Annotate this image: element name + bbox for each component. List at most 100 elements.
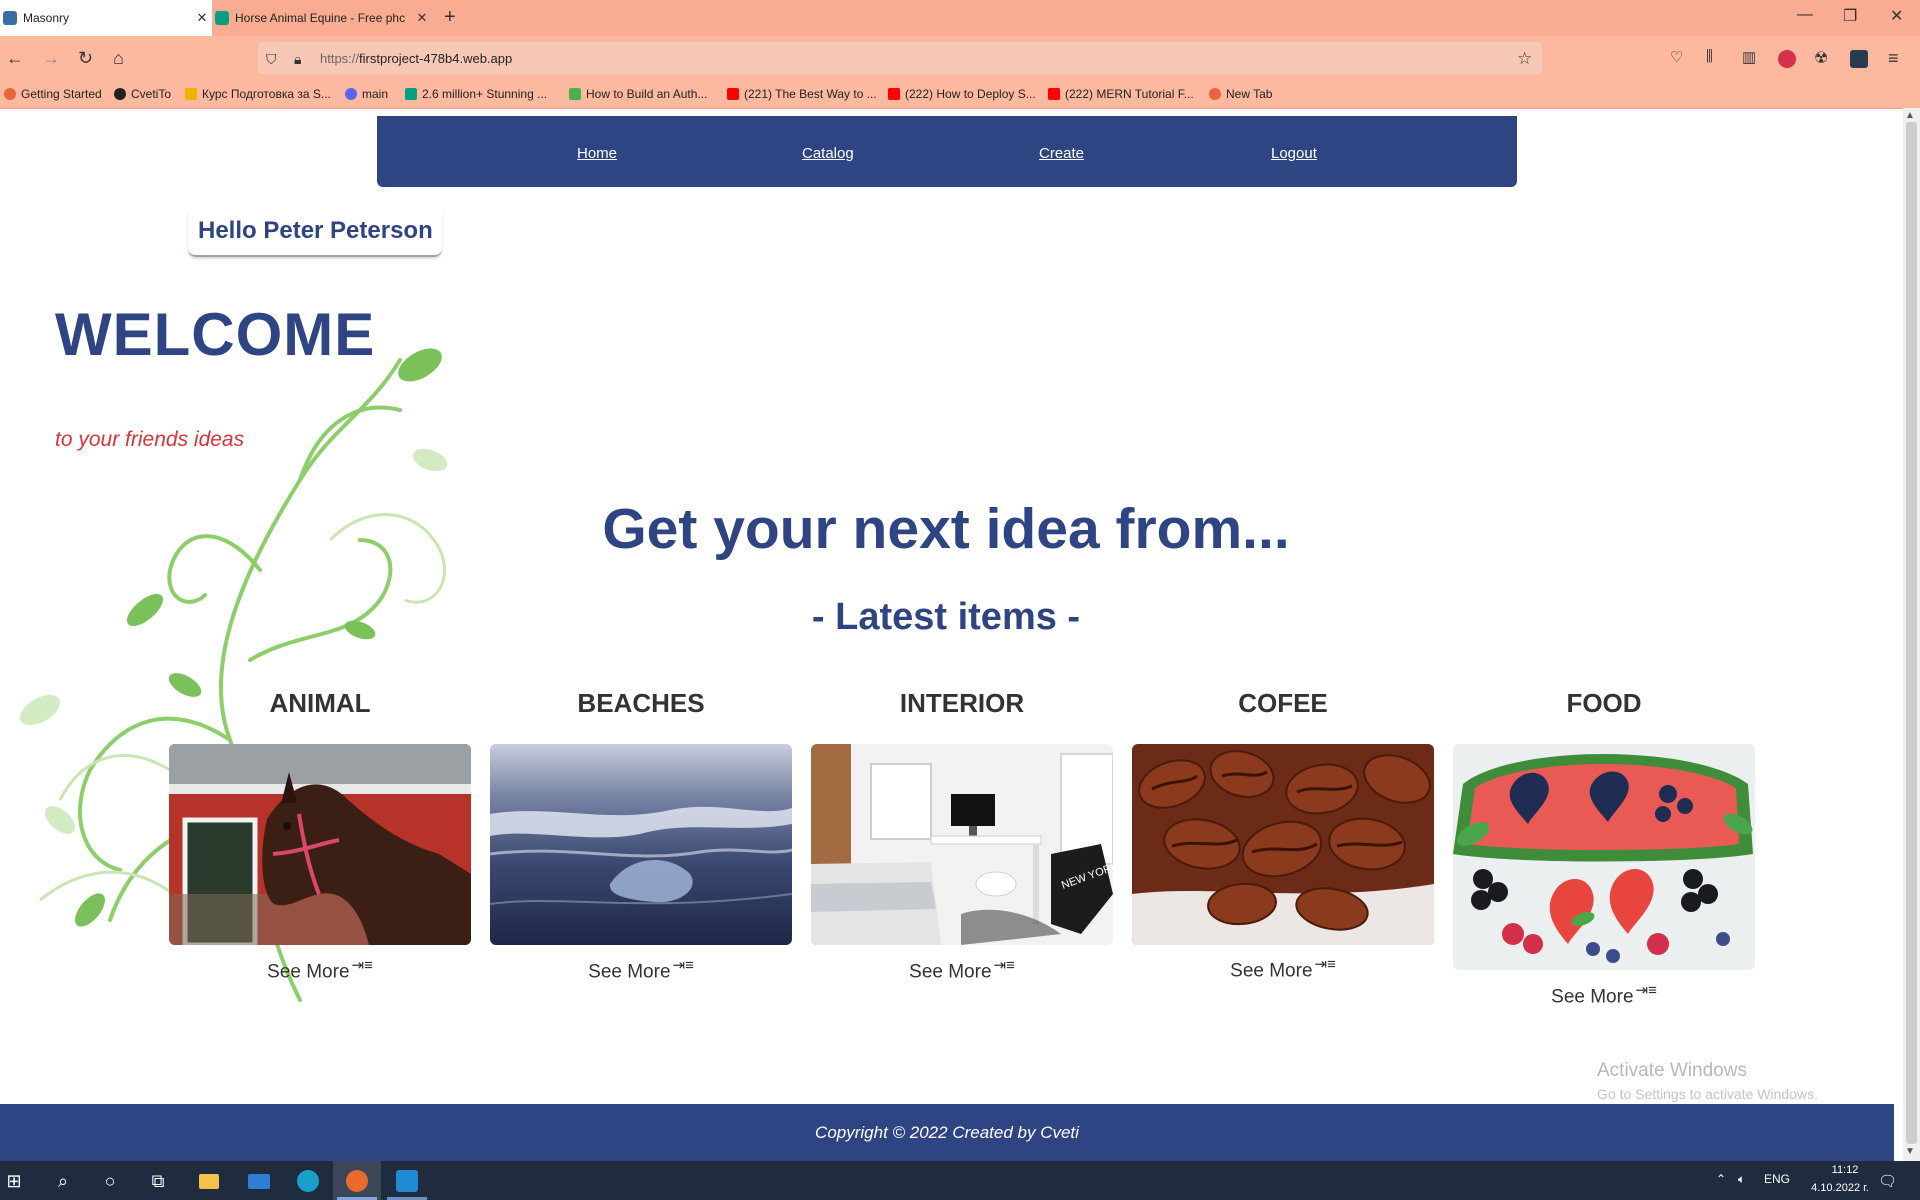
see-more-animal-link[interactable]: See More ⇥≡ xyxy=(169,956,471,983)
firefox-icon[interactable] xyxy=(343,1167,371,1195)
clock-time[interactable]: 11:12 xyxy=(1814,1164,1876,1176)
card-image-interior[interactable]: NEW YORK xyxy=(811,744,1113,945)
youtube-icon xyxy=(1048,88,1060,100)
radiation-extension-icon[interactable]: ☢ xyxy=(1814,48,1828,68)
language-indicator[interactable]: ENG xyxy=(1764,1172,1790,1186)
scroll-up-icon[interactable]: ▲ xyxy=(1905,110,1915,121)
bookmark-label: How to Build an Auth... xyxy=(586,87,708,101)
url-text[interactable]: https://firstproject-478b4.web.app xyxy=(320,51,512,66)
bookmark-label: Getting Started xyxy=(21,87,102,101)
firefox-icon xyxy=(4,88,16,100)
react-favicon-icon xyxy=(3,11,17,25)
bookmark-label: CvetiTo xyxy=(131,87,172,101)
back-icon[interactable]: ← xyxy=(6,48,24,69)
bookmark-best-way[interactable]: (221) The Best Way to ... xyxy=(727,87,877,101)
firefox-icon xyxy=(1209,88,1221,100)
cortana-icon[interactable]: ○ xyxy=(96,1167,124,1195)
task-view-icon[interactable]: ⧉ xyxy=(144,1167,172,1195)
card-image-food[interactable] xyxy=(1453,744,1755,970)
user-greeting: Hello Peter Peterson xyxy=(198,217,433,244)
see-more-food-link[interactable]: See More ⇥≡ xyxy=(1453,981,1755,1008)
arrow-list-icon: ⇥≡ xyxy=(351,957,373,974)
home-icon[interactable]: ⌂ xyxy=(113,48,124,69)
nav-home-link[interactable]: Home xyxy=(577,145,617,162)
new-tab-button[interactable]: + xyxy=(444,6,456,29)
restore-icon[interactable]: ❐ xyxy=(1843,6,1857,26)
bookmark-kurs[interactable]: Курс Подготовка за S... xyxy=(185,87,331,101)
see-more-interior-link[interactable]: See More ⇥≡ xyxy=(811,956,1113,983)
sidebar-icon[interactable]: ▥ xyxy=(1742,48,1756,66)
nav-create-link[interactable]: Create xyxy=(1039,145,1084,162)
youtube-icon xyxy=(727,88,739,100)
see-more-label: See More xyxy=(1551,986,1634,1008)
card-title-animal: ANIMAL xyxy=(269,688,371,718)
bookmark-main[interactable]: main xyxy=(345,87,388,101)
bookmark-label: New Tab xyxy=(1226,87,1273,101)
welcome-tagline: to your friends ideas xyxy=(55,428,245,451)
nav-logout-link[interactable]: Logout xyxy=(1271,145,1317,162)
card-image-beaches[interactable] xyxy=(490,744,792,945)
adblock-icon[interactable] xyxy=(1778,50,1796,68)
page-headline: Get your next idea from... xyxy=(602,497,1290,561)
card-title-food: FOOD xyxy=(1566,688,1642,718)
reload-icon[interactable]: ↻ xyxy=(78,48,93,69)
bookmark-label: (221) The Best Way to ... xyxy=(744,87,877,101)
bookmark-getting-started[interactable]: Getting Started xyxy=(4,87,102,101)
bookmark-label: (222) How to Deploy S... xyxy=(905,87,1036,101)
activate-windows-subtitle: Go to Settings to activate Windows. xyxy=(1597,1086,1818,1102)
see-more-label: See More xyxy=(588,961,671,983)
react-devtools-icon[interactable] xyxy=(1850,50,1868,68)
close-window-icon[interactable]: ✕ xyxy=(1890,6,1903,26)
tab-masonry[interactable]: Masonry ✕ xyxy=(0,0,212,36)
arrow-list-icon: ⇥≡ xyxy=(1314,956,1336,973)
bookmark-mern[interactable]: (222) MERN Tutorial F... xyxy=(1048,87,1194,101)
bookmark-deploy[interactable]: (222) How to Deploy S... xyxy=(888,87,1036,101)
see-more-beaches-link[interactable]: See More ⇥≡ xyxy=(490,956,792,983)
file-explorer-icon[interactable] xyxy=(195,1167,223,1195)
bookmark-cvetito[interactable]: CvetiTo xyxy=(114,87,171,101)
minimize-icon[interactable]: — xyxy=(1797,6,1813,24)
edge-icon[interactable] xyxy=(294,1167,322,1195)
tab-title: Horse Animal Equine - Free phc xyxy=(235,11,406,25)
card-title-beaches: BEACHES xyxy=(577,688,705,718)
card-image-animal[interactable] xyxy=(169,744,471,945)
tab-horse-animal[interactable]: Horse Animal Equine - Free phc ✕ xyxy=(212,0,432,36)
close-tab-icon[interactable]: ✕ xyxy=(412,10,432,26)
see-more-coffee-link[interactable]: See More ⇥≡ xyxy=(1132,955,1434,982)
bookmark-build-auth[interactable]: How to Build an Auth... xyxy=(569,87,707,101)
windows-start-icon[interactable]: ⊞ xyxy=(0,1167,28,1195)
scroll-down-icon[interactable]: ▼ xyxy=(1905,1146,1915,1157)
shield-icon[interactable]: ⛉ xyxy=(266,51,277,68)
mail-icon[interactable] xyxy=(245,1167,273,1195)
windows-taskbar xyxy=(0,1161,1920,1200)
card-image-coffee[interactable] xyxy=(1132,744,1434,945)
bookmark-star-icon[interactable]: ☆ xyxy=(1517,49,1532,69)
close-tab-icon[interactable]: ✕ xyxy=(192,10,212,26)
youtube-icon xyxy=(888,88,900,100)
coffee-beans-photo xyxy=(1132,744,1434,945)
pocket-icon[interactable]: ♡ xyxy=(1670,48,1683,66)
forward-icon[interactable]: → xyxy=(42,48,60,69)
pexels-icon xyxy=(405,88,417,100)
card-title-interior: INTERIOR xyxy=(899,688,1025,718)
bookmark-label: 2.6 million+ Stunning ... xyxy=(422,87,548,101)
tray-chevron-icon[interactable]: ⌃ xyxy=(1716,1172,1726,1186)
activate-windows-title: Activate Windows xyxy=(1597,1060,1747,1081)
see-more-label: See More xyxy=(909,961,992,983)
discord-icon xyxy=(345,88,357,100)
url-scheme: https:// xyxy=(320,51,360,66)
softuni-icon xyxy=(185,88,197,100)
vscode-icon[interactable] xyxy=(393,1167,421,1195)
library-icon[interactable]: ⫼ xyxy=(1706,48,1713,65)
bookmark-new-tab[interactable]: New Tab xyxy=(1209,87,1272,101)
menu-icon[interactable]: ≡ xyxy=(1888,48,1899,69)
search-icon[interactable]: ⌕ xyxy=(49,1167,77,1195)
nav-catalog-link[interactable]: Catalog xyxy=(802,145,854,162)
bookmark-pexels[interactable]: 2.6 million+ Stunning ... xyxy=(405,87,547,101)
lock-icon[interactable]: 🔒︎ xyxy=(294,51,301,68)
scrollbar-thumb[interactable] xyxy=(1906,122,1917,1144)
github-icon xyxy=(114,88,126,100)
volume-icon[interactable]: 🔈︎ xyxy=(1738,1172,1745,1187)
clock-date[interactable]: 4.10.2022 г. xyxy=(1800,1182,1880,1194)
notifications-icon[interactable]: 🗨︎ xyxy=(1878,1172,1897,1190)
